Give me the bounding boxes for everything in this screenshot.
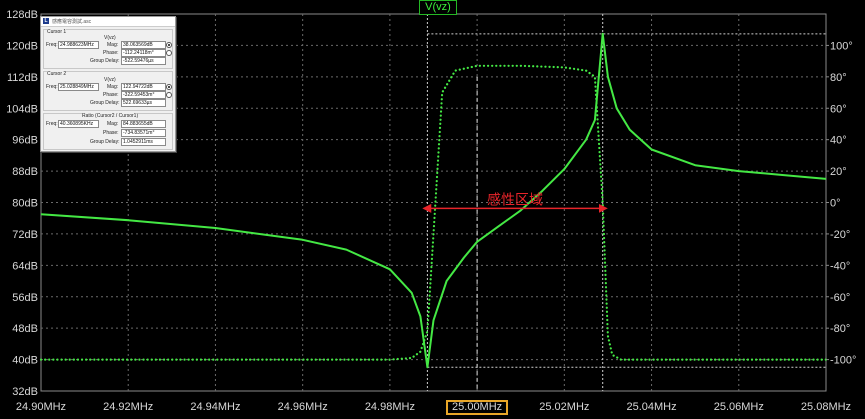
y-right-tick-label: 40°: [830, 135, 847, 147]
y-right-tick-label: 20°: [830, 166, 847, 178]
cursor1-mag-radio[interactable]: [166, 42, 172, 48]
ratio-freq-label: Freq:: [46, 121, 58, 127]
waveform-viewer[interactable]: 感性区域 32dB 40dB 48dB 56dB 64dB 72dB 80dB 88dB 96d…: [0, 0, 865, 419]
ratio-mag-field[interactable]: 84.883655dB: [121, 120, 166, 128]
cursor1-mag-field[interactable]: 38.063569dB: [121, 41, 166, 49]
cursor-panel[interactable]: L 感應電容測試.asc Cursor 1 V(vz) Freq: 24.988…: [40, 16, 176, 152]
y-left-tick-label: 40dB: [12, 355, 38, 367]
cursor-panel-title: 感應電容測試.asc: [52, 19, 92, 25]
cursor1-gd-field[interactable]: -522.59476µs: [121, 57, 166, 65]
cursor2-phase-label: Phase:: [103, 92, 119, 98]
cursor2-mag-label: Mag:: [107, 84, 119, 90]
x-tick-label: 25.06MHz: [714, 401, 764, 413]
cursor1-phase-field[interactable]: -112.24118m°: [121, 49, 166, 57]
cursor2-mag-radio[interactable]: [166, 84, 172, 90]
cursor2-label: Cursor 2: [47, 71, 67, 77]
cursor1-gd-label: Group Delay:: [90, 58, 120, 64]
cursor-panel-titlebar[interactable]: L 感應電容測試.asc: [41, 17, 175, 27]
cursor2-gd-field[interactable]: 522.69633µs: [121, 99, 166, 107]
cursor1-freq-label: Freq:: [46, 42, 58, 48]
ratio-phase-label: Phase:: [103, 130, 119, 136]
ratio-mag-label: Mag:: [107, 121, 119, 127]
cursor1-phase-radio[interactable]: [166, 50, 172, 56]
x-tick-label: 24.90MHz: [16, 401, 66, 413]
x-tick-label: 24.98MHz: [365, 401, 415, 413]
y-left-tick-label: 104dB: [6, 103, 38, 115]
cursor2-freq-field[interactable]: 25.028849MHz: [58, 83, 99, 91]
ratio-phase-field[interactable]: -734.83571m°: [121, 129, 166, 137]
cursor2-phase-field[interactable]: -322.59453m°: [121, 91, 166, 99]
cursor1-label: Cursor 1: [47, 29, 67, 35]
x-tick-label: 25.04MHz: [626, 401, 676, 413]
cursor1-mag-label: Mag:: [107, 42, 119, 48]
ratio-group: Ratio (Cursor2 / Cursor1) Freq: 40.36089…: [43, 113, 173, 150]
cursor2-phase-radio[interactable]: [166, 92, 172, 98]
cursor2-mag-field[interactable]: 122.94722dB: [121, 83, 166, 91]
cursor2-group: Cursor 2 V(vz) Freq: 25.028849MHz Mag: 1…: [43, 71, 173, 111]
y-right-tick-label: 60°: [830, 103, 847, 115]
x-tick-label: 25.08MHz: [801, 401, 851, 413]
y-right-tick-label: -40°: [830, 260, 850, 272]
y-right-tick-label: -60°: [830, 292, 850, 304]
y-right-tick-label: 0°: [830, 198, 841, 210]
y-left-tick-label: 96dB: [12, 135, 38, 147]
y-right-tick-label: -80°: [830, 323, 850, 335]
cursor2-gd-label: Group Delay:: [90, 100, 120, 106]
y-left-tick-label: 72dB: [12, 229, 38, 241]
y-left-tick-label: 48dB: [12, 323, 38, 335]
y-left-tick-label: 112dB: [7, 72, 38, 84]
trace-title[interactable]: V(vz): [419, 0, 457, 15]
y-right-tick-label: 80°: [830, 72, 847, 84]
highlighted-tick-frame: [446, 400, 508, 415]
ratio-label: Ratio (Cursor2 / Cursor1): [82, 113, 139, 119]
y-left-tick-label: 56dB: [12, 292, 38, 304]
y-left-tick-label: 64dB: [12, 260, 38, 272]
y-left-tick-label: 88dB: [12, 166, 38, 178]
ratio-freq-field[interactable]: 40.360895KHz: [58, 120, 99, 128]
x-tick-label: 24.96MHz: [278, 401, 328, 413]
x-tick-label: 24.94MHz: [190, 401, 240, 413]
cursor2-freq-label: Freq:: [46, 84, 58, 90]
x-tick-label: 24.92MHz: [103, 401, 153, 413]
y-left-tick-label: 32dB: [12, 386, 38, 398]
y-left-tick-label: 120dB: [6, 40, 38, 52]
y-right-tick-label: 100°: [830, 40, 853, 52]
y-right-tick-label: -100°: [830, 355, 856, 367]
y-left-tick-label: 80dB: [12, 198, 38, 210]
ratio-gd-label: Group Delay:: [90, 139, 120, 145]
cursor1-freq-field[interactable]: 24.988623MHz: [58, 41, 99, 49]
y-left-tick-label: 128dB: [6, 9, 38, 21]
y-right-tick-label: -20°: [830, 229, 850, 241]
cursor1-phase-label: Phase:: [103, 50, 119, 56]
app-logo-icon: L: [43, 18, 49, 24]
cursor2-signal: V(vz): [104, 77, 116, 83]
cursor1-signal: V(vz): [104, 35, 116, 41]
ratio-gd-field[interactable]: 1.0452911ms: [121, 138, 166, 146]
inductive-region-label: 感性区域: [487, 191, 543, 208]
cursor1-group: Cursor 1 V(vz) Freq: 24.988623MHz Mag: 3…: [43, 29, 173, 69]
x-tick-label: 25.02MHz: [539, 401, 589, 413]
